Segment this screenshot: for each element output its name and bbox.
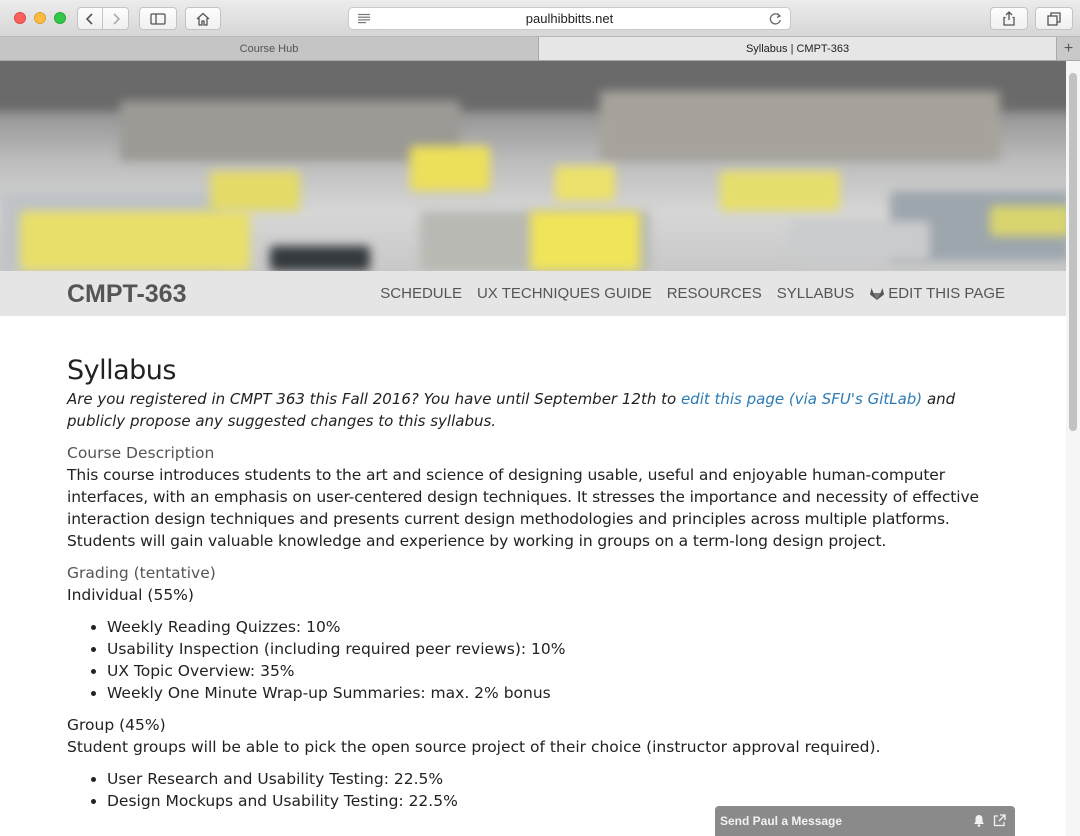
share-icon — [1003, 11, 1015, 26]
tab-syllabus[interactable]: Syllabus | CMPT-363 — [539, 37, 1056, 60]
gitlab-icon — [870, 288, 885, 300]
window-zoom-button[interactable] — [54, 12, 66, 24]
individual-label: Individual (55%) — [67, 586, 194, 604]
page-title: Syllabus — [67, 355, 176, 386]
home-button[interactable] — [185, 7, 221, 30]
url-text[interactable]: paulhibbitts.net — [349, 11, 790, 26]
course-description-heading: Course Description — [67, 444, 215, 462]
chat-widget[interactable]: Send Paul a Message — [715, 806, 1015, 836]
new-tab-button[interactable]: + — [1056, 37, 1080, 60]
intro-text-before: Are you registered in CMPT 363 this Fall… — [67, 390, 681, 408]
main-content: Syllabus Are you registered in CMPT 363 … — [67, 316, 1002, 822]
chevron-right-icon — [112, 12, 120, 25]
nav-syllabus[interactable]: SYLLABUS — [777, 285, 855, 302]
site-brand-link[interactable]: CMPT-363 — [67, 280, 186, 309]
sidebar-button[interactable] — [139, 7, 177, 30]
site-navbar: CMPT-363 SCHEDULE UX TECHNIQUES GUIDE RE… — [0, 271, 1066, 316]
hero-banner-image — [0, 61, 1066, 271]
bell-icon[interactable] — [973, 814, 985, 827]
chevron-left-icon — [85, 12, 93, 25]
nav-edit-this-page-label: EDIT THIS PAGE — [888, 285, 1005, 302]
individual-list: Weekly Reading Quizzes: 10% Usability In… — [67, 616, 1002, 704]
page-viewport: CMPT-363 SCHEDULE UX TECHNIQUES GUIDE RE… — [0, 61, 1080, 836]
tabs-icon — [1047, 11, 1061, 26]
share-button[interactable] — [990, 7, 1028, 30]
group-label: Group (45%) — [67, 716, 166, 734]
nav-resources[interactable]: RESOURCES — [667, 285, 762, 302]
list-item: Usability Inspection (including required… — [107, 638, 1002, 660]
site-menu: SCHEDULE UX TECHNIQUES GUIDE RESOURCES S… — [365, 285, 1005, 302]
address-bar[interactable]: paulhibbitts.net — [348, 7, 791, 30]
course-description-text: This course introduces students to the a… — [67, 466, 979, 550]
window-minimize-button[interactable] — [34, 12, 46, 24]
list-item: Weekly One Minute Wrap-up Summaries: max… — [107, 682, 1002, 704]
forward-button[interactable] — [103, 7, 129, 30]
reload-icon[interactable] — [769, 12, 782, 25]
edit-page-link[interactable]: edit this page (via SFU's GitLab) — [681, 390, 922, 408]
intro-notice: Are you registered in CMPT 363 this Fall… — [67, 388, 1002, 432]
tab-bar: Course Hub Syllabus | CMPT-363 + — [0, 37, 1080, 61]
tab-label: Syllabus | CMPT-363 — [745, 42, 850, 55]
tab-course-hub[interactable]: Course Hub — [0, 37, 539, 60]
list-item: Weekly Reading Quizzes: 10% — [107, 616, 1002, 638]
popout-icon[interactable] — [993, 814, 1006, 827]
nav-schedule[interactable]: SCHEDULE — [380, 285, 462, 302]
browser-toolbar: paulhibbitts.net — [0, 0, 1080, 37]
scrollbar-thumb[interactable] — [1069, 73, 1077, 431]
nav-ux-techniques-guide[interactable]: UX TECHNIQUES GUIDE — [477, 285, 652, 302]
list-item: UX Topic Overview: 35% — [107, 660, 1002, 682]
nav-edit-this-page[interactable]: EDIT THIS PAGE — [869, 285, 1005, 302]
tab-overview-button[interactable] — [1035, 7, 1073, 30]
chat-label[interactable]: Send Paul a Message — [720, 814, 842, 828]
window-close-button[interactable] — [14, 12, 26, 24]
home-icon — [196, 12, 210, 26]
group-description: Student groups will be able to pick the … — [67, 738, 881, 756]
grading-heading: Grading (tentative) — [67, 564, 216, 582]
list-item: User Research and Usability Testing: 22.… — [107, 768, 1002, 790]
tab-label: Course Hub — [239, 42, 299, 55]
sidebar-icon — [150, 12, 166, 25]
back-button[interactable] — [77, 7, 103, 30]
